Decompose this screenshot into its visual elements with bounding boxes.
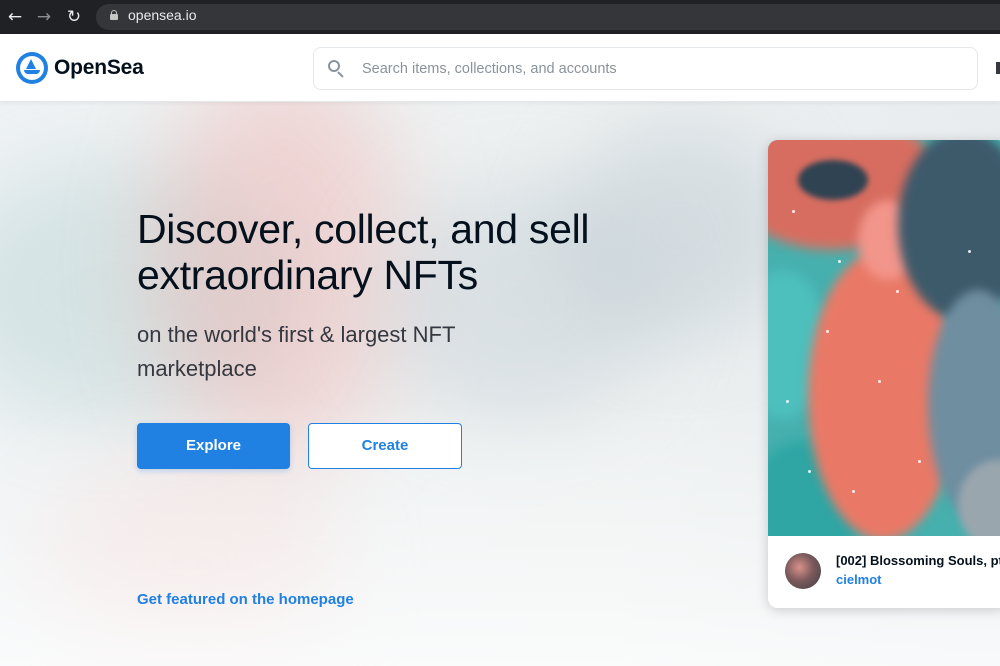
nft-card-footer: [002] Blossoming Souls, pt cielmot bbox=[768, 536, 1000, 608]
back-icon[interactable]: ← bbox=[4, 6, 26, 28]
forward-icon[interactable]: → bbox=[33, 6, 55, 28]
create-button[interactable]: Create bbox=[308, 423, 462, 469]
featured-nft-card[interactable]: [002] Blossoming Souls, pt cielmot bbox=[768, 140, 1000, 608]
hero-subheading: on the world's first & largest NFT marke… bbox=[137, 322, 456, 381]
search-input[interactable] bbox=[362, 59, 952, 79]
reload-icon[interactable]: ↻ bbox=[63, 6, 85, 28]
lock-icon[interactable] bbox=[110, 10, 118, 20]
site-header: OpenSea bbox=[0, 34, 1000, 102]
opensea-logo-icon[interactable] bbox=[16, 52, 48, 84]
avatar[interactable] bbox=[785, 553, 821, 589]
brand-name[interactable]: OpenSea bbox=[54, 56, 144, 80]
url-text[interactable]: opensea.io bbox=[128, 7, 197, 23]
explore-button[interactable]: Explore bbox=[137, 423, 290, 469]
get-featured-link[interactable]: Get featured on the homepage bbox=[137, 591, 354, 608]
nft-artwork-image[interactable] bbox=[768, 140, 1000, 536]
creator-link[interactable]: cielmot bbox=[836, 572, 882, 587]
hero-headline: Discover, collect, and sell extraordinar… bbox=[137, 206, 590, 298]
nft-title[interactable]: [002] Blossoming Souls, pt bbox=[836, 553, 1000, 568]
search-bar[interactable] bbox=[313, 47, 978, 90]
address-bar[interactable] bbox=[96, 4, 1000, 30]
header-overflow-edge bbox=[996, 62, 1000, 74]
browser-toolbar: ← → ↻ opensea.io bbox=[0, 0, 1000, 34]
hero-section: Discover, collect, and sell extraordinar… bbox=[0, 102, 1000, 666]
search-icon bbox=[328, 60, 344, 78]
